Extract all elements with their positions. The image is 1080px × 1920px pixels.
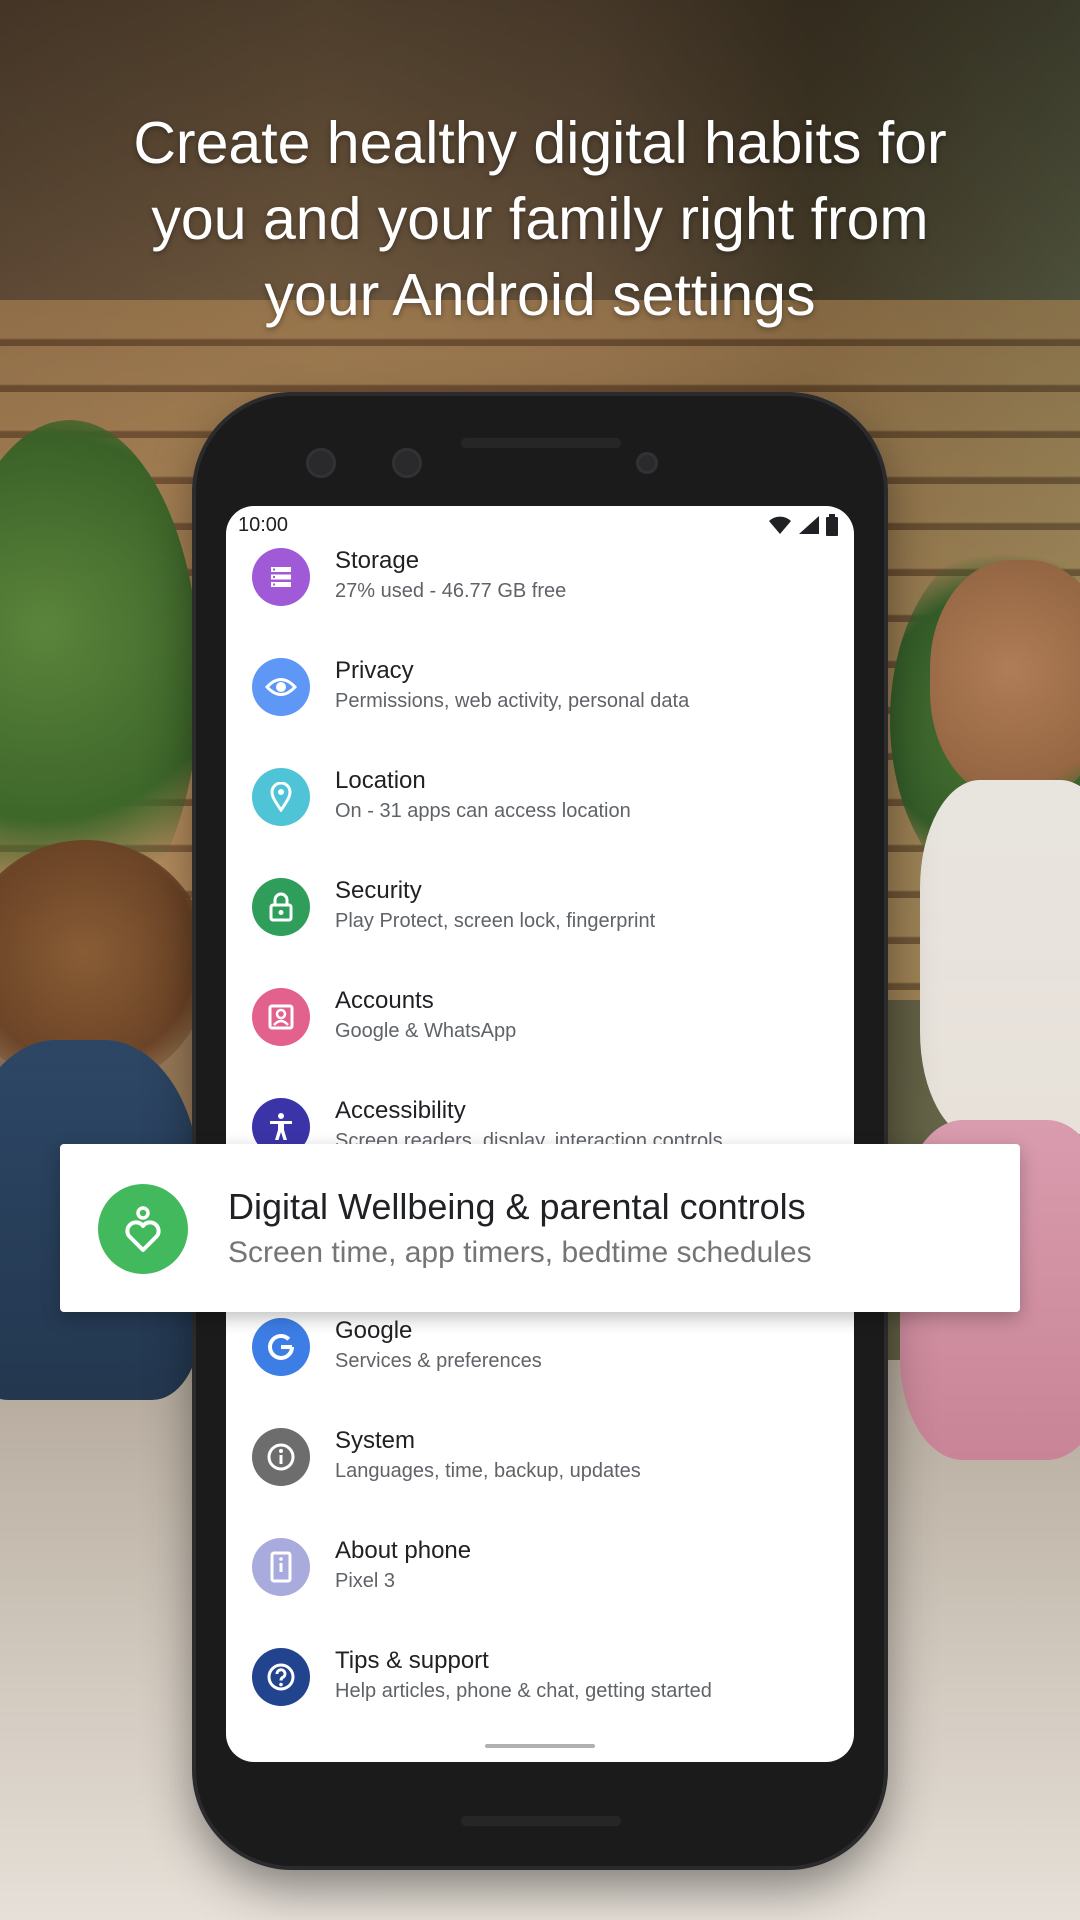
settings-item-title: Tips & support [335,1647,489,1674]
headline-line-3: your Android settings [264,262,816,328]
settings-item-system[interactable]: System Languages, time, backup, updates [226,1416,854,1526]
location-pin-icon [252,768,310,826]
account-box-icon [252,988,310,1046]
settings-item-text: System Languages, time, backup, updates [335,1426,834,1486]
phone-screen: 10:00 Storage 27% used - 46.77 GB free P… [226,506,854,1762]
gesture-nav-handle[interactable] [485,1744,595,1748]
settings-item-tips-support[interactable]: Tips & support Help articles, phone & ch… [226,1636,854,1746]
settings-item-subtitle: Play Protect, screen lock, fingerprint [335,910,656,932]
lock-icon [252,878,310,936]
eye-icon [252,658,310,716]
highlight-title: Digital Wellbeing & parental controls [228,1186,806,1227]
help-icon [252,1648,310,1706]
headline-line-2: you and your family right from [151,186,929,252]
settings-item-title: Privacy [335,657,414,684]
highlight-subtitle: Screen time, app timers, bedtime schedul… [228,1236,812,1269]
front-camera-icon [306,448,336,478]
settings-item-storage[interactable]: Storage 27% used - 46.77 GB free [226,536,854,646]
settings-item-text: Security Play Protect, screen lock, fing… [335,876,834,936]
settings-item-text: Privacy Permissions, web activity, perso… [335,656,834,716]
settings-item-title: About phone [335,1537,472,1564]
status-time: 10:00 [238,513,289,536]
settings-item-text: Tips & support Help articles, phone & ch… [335,1646,834,1706]
wifi-icon [769,516,791,534]
settings-item-text: Storage 27% used - 46.77 GB free [335,546,834,606]
settings-item-title: Location [335,767,426,794]
settings-item-title: Google [335,1317,413,1344]
settings-item-subtitle: Help articles, phone & chat, getting sta… [335,1680,712,1702]
front-camera-icon [392,448,422,478]
settings-item-accounts[interactable]: Accounts Google & WhatsApp [226,976,854,1086]
settings-item-title: Accounts [335,987,434,1014]
google-g-icon [252,1318,310,1376]
settings-item-subtitle: Google & WhatsApp [335,1020,517,1042]
settings-item-location[interactable]: Location On - 31 apps can access locatio… [226,756,854,866]
settings-item-text: About phone Pixel 3 [335,1536,834,1596]
settings-item-google[interactable]: Google Services & preferences [226,1306,854,1416]
settings-item-text: Google Services & preferences [335,1316,834,1376]
settings-item-digital-wellbeing[interactable]: Digital Wellbeing & parental controls Sc… [60,1144,1020,1312]
settings-item-security[interactable]: Security Play Protect, screen lock, fing… [226,866,854,976]
settings-item-privacy[interactable]: Privacy Permissions, web activity, perso… [226,646,854,756]
storage-icon [252,548,310,606]
settings-item-title: Accessibility [335,1097,466,1124]
settings-item-text: Location On - 31 apps can access locatio… [335,766,834,826]
signal-icon [799,516,819,534]
phone-mockup: 10:00 Storage 27% used - 46.77 GB free P… [196,396,884,1866]
proximity-sensor-icon [636,452,658,474]
settings-item-subtitle: On - 31 apps can access location [335,800,631,822]
settings-item-subtitle: Languages, time, backup, updates [335,1460,641,1482]
settings-item-subtitle: Services & preferences [335,1350,542,1372]
status-icons [768,514,838,536]
digital-wellbeing-icon [98,1184,188,1274]
headline: Create healthy digital habits for you an… [60,105,1020,333]
settings-item-subtitle: Pixel 3 [335,1570,396,1592]
settings-item-title: Storage [335,547,420,574]
settings-item-subtitle: Permissions, web activity, personal data [335,690,690,712]
info-icon [252,1428,310,1486]
phone-info-icon [252,1538,310,1596]
settings-item-about-phone[interactable]: About phone Pixel 3 [226,1526,854,1636]
settings-list: Storage 27% used - 46.77 GB free Privacy… [226,536,854,1746]
settings-item-title: Security [335,877,422,904]
settings-item-subtitle: 27% used - 46.77 GB free [335,580,567,602]
phone-speaker-top [461,438,621,448]
battery-icon [826,514,838,536]
phone-speaker-bottom [461,1816,621,1826]
settings-item-title: System [335,1427,416,1454]
headline-line-1: Create healthy digital habits for [133,110,947,176]
settings-item-text: Accounts Google & WhatsApp [335,986,834,1046]
